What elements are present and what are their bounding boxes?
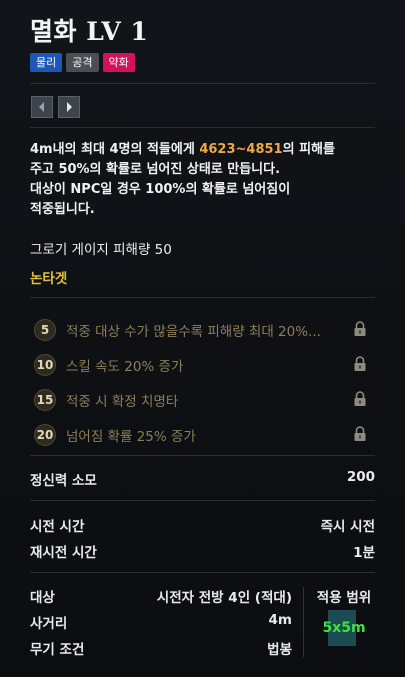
mana-cost-row: 정신력 소모 200 <box>30 469 375 489</box>
tag-weaken: 약화 <box>102 53 135 72</box>
target-label: 대상 <box>30 590 55 606</box>
divider <box>30 127 375 128</box>
divider <box>30 455 375 456</box>
lock-icon <box>354 391 366 406</box>
skill-tooltip: 멸화 LV 1 물리 공격 약화 4m내의 최대 4명의 적들에게 4623~4… <box>0 0 405 677</box>
mana-cost-value: 200 <box>346 469 375 485</box>
target-row: 대상 시전자 전방 4인 (적대) <box>30 586 292 606</box>
divider <box>30 297 375 298</box>
desc-line3: 대상이 NPC일 경우 100%의 확률로 넘어짐이 <box>30 182 291 197</box>
range-label: 사거리 <box>30 616 68 632</box>
tripod-row[interactable]: 5 적중 대상 수가 많을수록 피해량 최대 20%... <box>30 312 375 347</box>
tripod-row[interactable]: 10 스킬 속도 20% 증가 <box>30 347 375 382</box>
desc-line1-a: 4m내의 최대 4명의 적들에게 <box>30 142 200 157</box>
lock-icon <box>354 356 366 371</box>
damage-value: 4623~4851 <box>199 142 283 157</box>
area-label: 적용 범위 <box>316 590 372 606</box>
cooldown-label: 재시전 시간 <box>30 545 97 561</box>
divider <box>30 83 375 84</box>
desc-line1-b: 의 피해를 <box>282 142 335 157</box>
divider <box>30 500 375 501</box>
tripod-list: 5 적중 대상 수가 많을수록 피해량 최대 20%... 10 스킬 속도 2… <box>30 312 375 452</box>
range-value: 4m <box>268 612 292 628</box>
skill-tags: 물리 공격 약화 <box>30 53 135 72</box>
weapon-row: 무기 조건 법봉 <box>30 638 292 658</box>
tripod-level: 10 <box>34 353 56 376</box>
groggy-damage: 그로기 게이지 피해량 50 <box>30 242 172 258</box>
weapon-label: 무기 조건 <box>30 642 85 658</box>
cooldown-value: 1분 <box>353 545 375 561</box>
tag-physical: 물리 <box>30 53 63 72</box>
nontarget-label: 논타겟 <box>30 271 68 287</box>
prev-level-button[interactable] <box>31 96 53 118</box>
tripod-text: 적중 시 확정 치명타 <box>66 393 179 410</box>
divider <box>30 572 375 573</box>
cooldown-row: 재시전 시간 1분 <box>30 541 375 561</box>
tripod-text: 스킬 속도 20% 증가 <box>66 358 184 375</box>
next-level-button[interactable] <box>58 96 80 118</box>
cast-time-label: 시전 시간 <box>30 519 85 535</box>
tag-attack: 공격 <box>66 53 99 72</box>
area-value: 5x5m <box>322 620 366 636</box>
tripod-row[interactable]: 20 넘어짐 확률 25% 증가 <box>30 417 375 452</box>
desc-line2: 주고 50%의 확률로 넘어진 상태로 만듭니다. <box>30 162 281 177</box>
cast-time-row: 시전 시간 즉시 시전 <box>30 515 375 535</box>
lock-icon <box>354 321 366 336</box>
desc-line4: 적중됩니다. <box>30 202 95 217</box>
cast-time-value: 즉시 시전 <box>320 519 375 535</box>
skill-description: 4m내의 최대 4명의 적들에게 4623~4851의 피해를 주고 50%의 … <box>30 140 375 220</box>
skill-title: 멸화 LV 1 <box>30 17 149 46</box>
vertical-divider <box>303 587 304 657</box>
tripod-level: 5 <box>34 318 56 341</box>
tripod-text: 적중 대상 수가 많을수록 피해량 최대 20%... <box>66 323 321 340</box>
chevron-left-icon <box>39 102 44 112</box>
target-value: 시전자 전방 4인 (적대) <box>156 590 292 606</box>
lock-icon <box>354 426 366 441</box>
level-nav <box>31 96 80 118</box>
weapon-value: 법봉 <box>267 642 292 658</box>
tripod-level: 15 <box>34 388 56 411</box>
tripod-text: 넘어짐 확률 25% 증가 <box>66 428 196 445</box>
chevron-right-icon <box>67 102 72 112</box>
range-row: 사거리 4m <box>30 612 292 632</box>
tripod-level: 20 <box>34 423 56 446</box>
mana-cost-label: 정신력 소모 <box>30 473 97 489</box>
tripod-row[interactable]: 15 적중 시 확정 치명타 <box>30 382 375 417</box>
